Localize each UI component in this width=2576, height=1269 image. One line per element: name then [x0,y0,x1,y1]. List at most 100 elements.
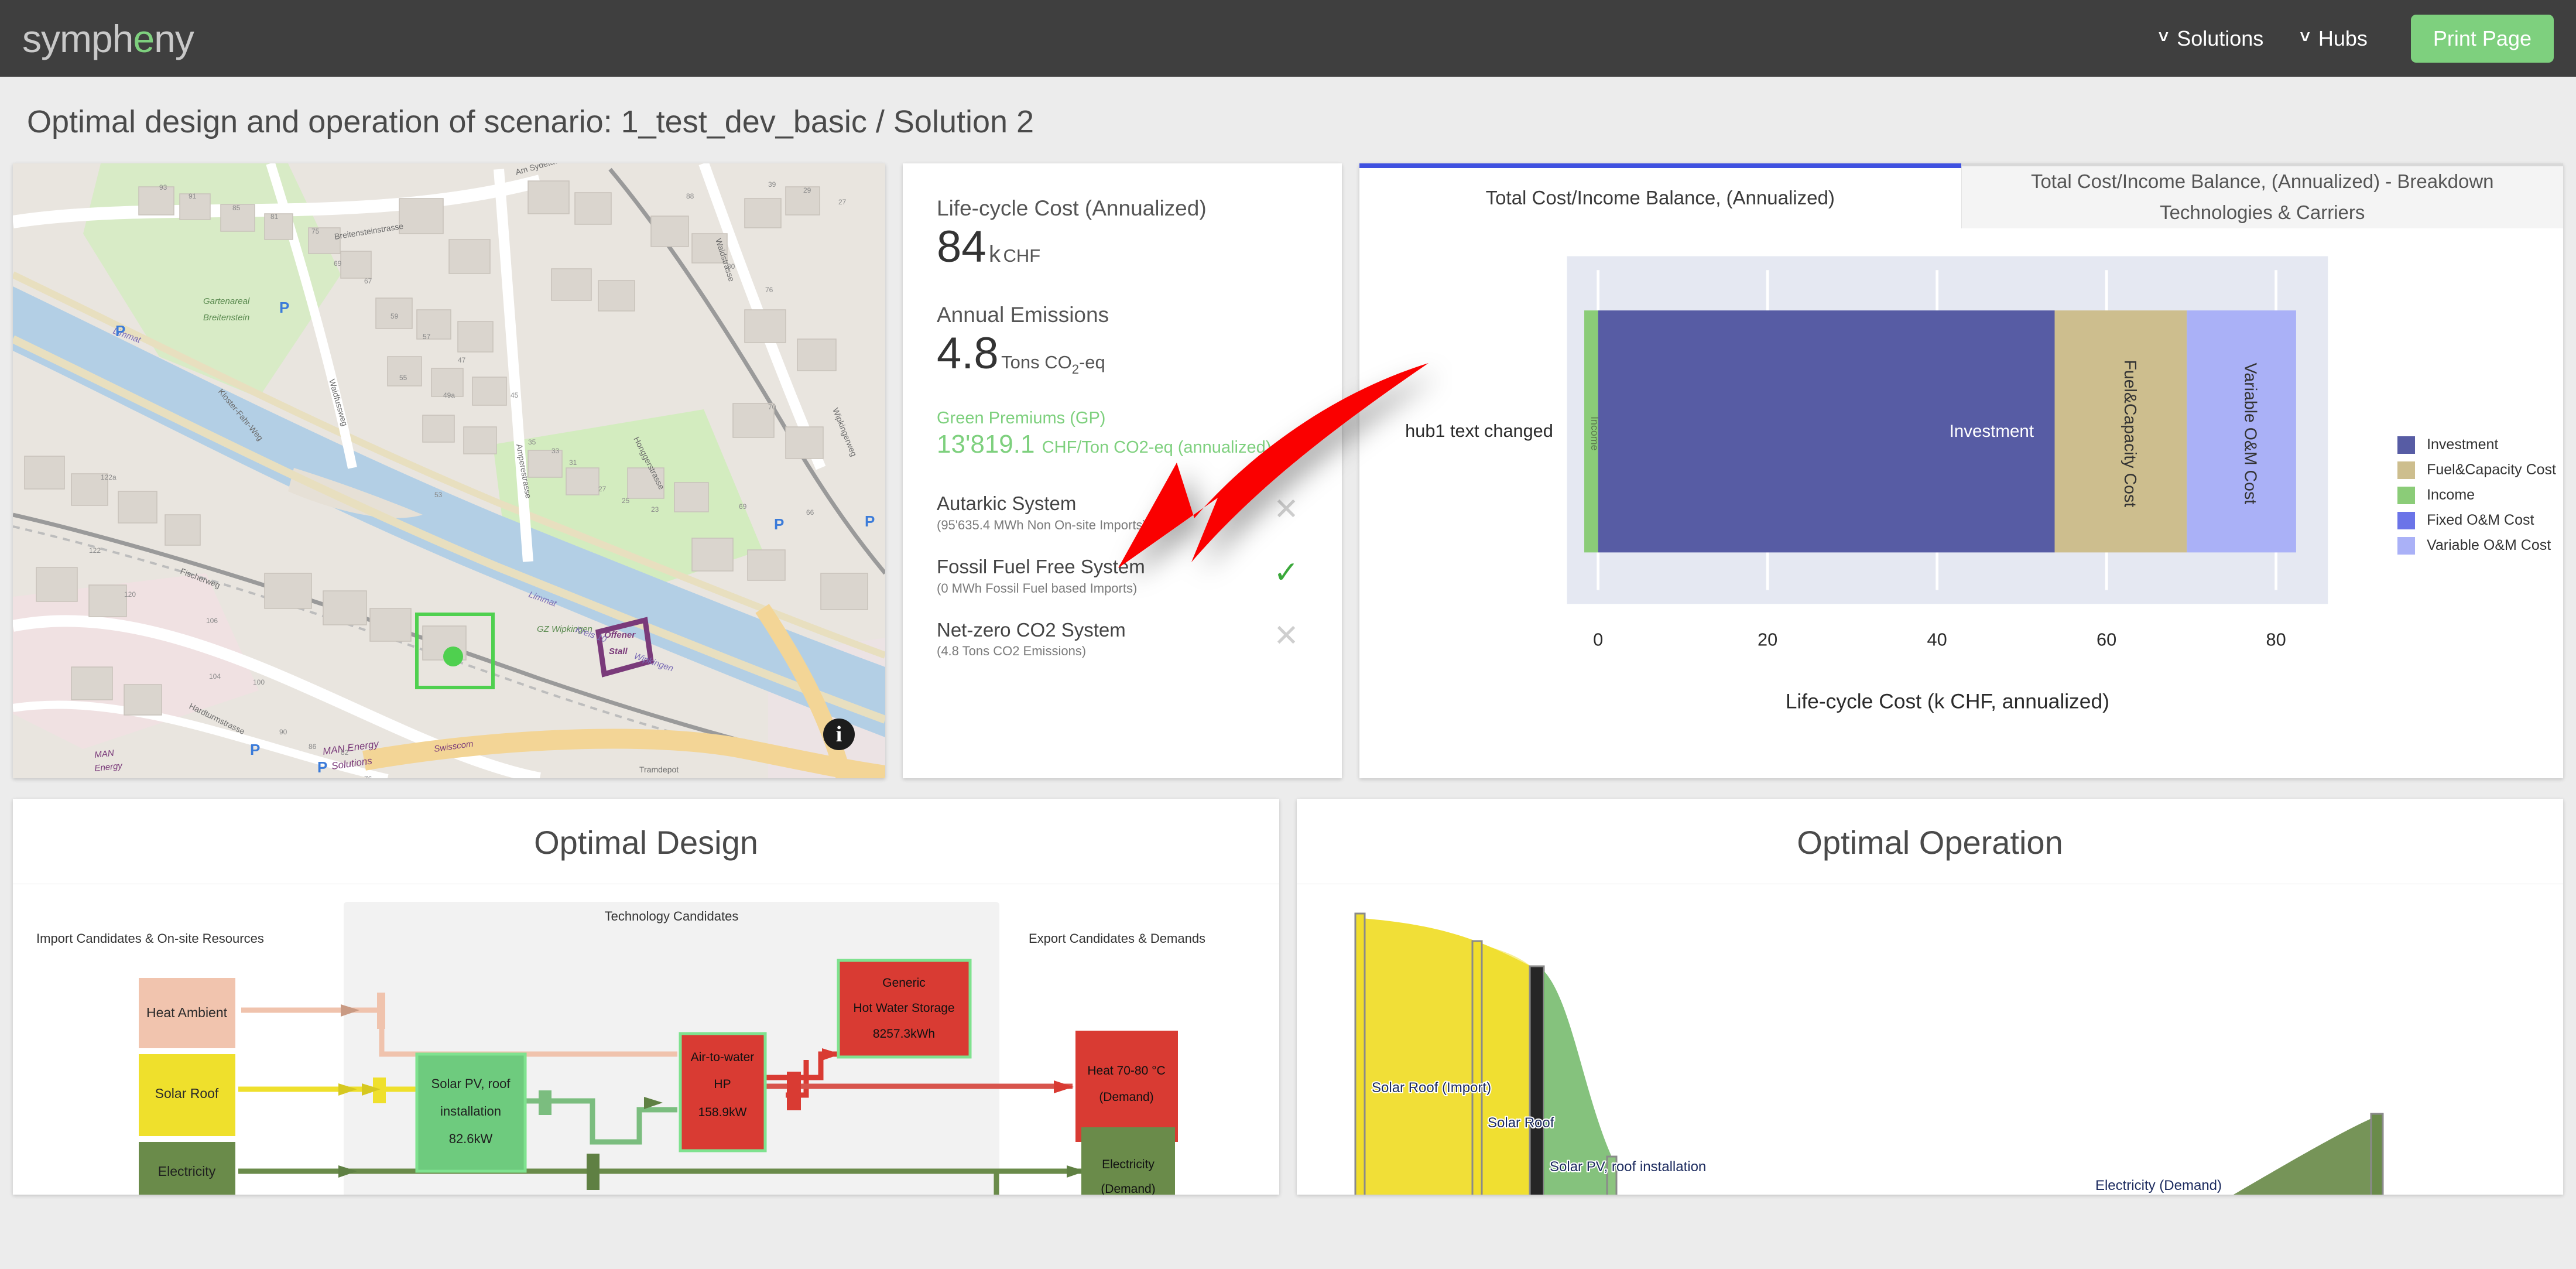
legend-label: Fuel&Capacity Cost [2427,461,2556,478]
system-check-detail: (95'635.4 MWh Non On-site Imports) [937,518,1265,533]
bar-label-variable-om: Variable O&M Cost [2241,362,2259,504]
parking-icon: P [865,512,875,530]
cost-balance-chart-card: Total Cost/Income Balance, (Annualized) … [1359,163,2563,778]
kpi-lifecycle-unit-chf: CHF [1003,245,1040,266]
node-label-heat-demand-2: (Demand) [1099,1090,1153,1104]
optimal-operation-sankey[interactable]: Solar Roof (Import) Solar Roof Solar PV,… [1297,884,2563,1195]
chevron-down-icon: ˅ [2300,29,2310,46]
bar-label-investment: Investment [1950,422,2034,441]
print-page-button[interactable]: Print Page [2411,15,2554,63]
map-house-number: 35 [528,438,536,446]
site-map[interactable]: Breitensteinstrasse Kloster-Fahr-Weg Hon… [13,163,885,778]
parking-icon: P [279,299,289,316]
system-check-name: Autarkic System [937,492,1265,515]
legend-item-fixed-om[interactable]: Fixed O&M Cost [2397,512,2556,529]
map-house-number: 59 [390,312,399,320]
kpi-green-premium-label: Green Premiums (GP) [937,409,1308,428]
sankey-node-electricity-demand[interactable] [2371,1114,2383,1195]
system-check-detail: (0 MWh Fossil Fuel based Imports) [937,581,1265,596]
sankey-svg: Solar Roof (Import) Solar Roof Solar PV,… [1297,884,2563,1195]
design-node[interactable]: Heat Ambient [139,978,235,1048]
map-house-number: 82 [341,748,349,757]
map-house-number: 76 [364,775,372,778]
detail-row: Optimal Design Technology Candidates Imp… [0,778,2576,1195]
kpi-lifecycle-value-row: 84 k CHF [937,221,1308,273]
node-label-solar-roof: Solar Roof [155,1086,219,1101]
map-house-number: 85 [232,204,241,212]
map-house-number: 76 [765,286,773,294]
map-house-number: 39 [768,180,776,189]
chart-category-label: hub1 text changed [1405,420,1553,441]
bar-label-income: Income [1589,416,1601,450]
legend-item-variable-om[interactable]: Variable O&M Cost [2397,537,2556,555]
app-logo[interactable]: sympheny [22,16,194,61]
zone-label-technology: Technology Candidates [605,909,739,923]
x-tick-label: 80 [2266,629,2286,649]
map-house-number: 91 [189,192,197,200]
node-label-storage-1: Generic [882,976,926,990]
x-tick-label: 40 [1927,629,1947,649]
cross-icon: ✕ [1265,492,1308,525]
check-icon: ✓ [1265,555,1308,588]
legend-item-fuel-capacity[interactable]: Fuel&Capacity Cost [2397,461,2556,479]
tab-total-cost-breakdown[interactable]: Total Cost/Income Balance, (Annualized) … [1961,163,2564,228]
node-label-elec-demand-2: (Demand) [1101,1182,1155,1195]
node-label-solar-pv-2: installation [440,1104,501,1119]
design-node[interactable]: Heat 70-80 °C (Demand) [1075,1031,1178,1142]
kpi-emissions-unit-sub: 2 [1072,362,1079,377]
design-node[interactable]: Electricity [139,1142,235,1195]
sankey-node-solar-import[interactable] [1355,914,1365,1195]
map-area-label: Breitenstein [203,313,249,323]
legend-swatch [2397,512,2415,529]
nav-right-group: ˅ Solutions ˅ Hubs Print Page [2159,15,2554,63]
map-area-label: Gartenareal [203,296,250,306]
top-navigation-bar: sympheny ˅ Solutions ˅ Hubs Print Page [0,0,2576,77]
system-check-name: Fossil Fuel Free System [937,555,1265,579]
system-check-name: Net-zero CO2 System [937,618,1265,642]
map-house-number: 29 [803,186,811,194]
zone-label-imports: Import Candidates & On-site Resources [36,931,264,946]
nav-item-hubs[interactable]: ˅ Hubs [2300,26,2368,51]
sankey-label-pv-installation: Solar PV, roof installation [1550,1159,1706,1175]
sankey-node-pv-installation[interactable] [1530,966,1544,1195]
legend-swatch [2397,537,2415,555]
node-label-hp-3: 158.9kW [698,1106,747,1119]
sankey-node-solar-roof[interactable] [1472,941,1482,1195]
nav-label-solutions: Solutions [2177,26,2263,51]
map-house-number: 100 [253,678,265,686]
map-house-number: 81 [270,213,279,221]
nav-item-solutions[interactable]: ˅ Solutions [2159,26,2264,51]
map-area-label: MAN [94,748,115,760]
design-node[interactable]: Electricity (Demand) [1081,1127,1175,1195]
sankey-link-solar-roof[interactable] [1479,944,1531,1195]
logo-text-tail: ny [154,17,194,60]
legend-item-income[interactable]: Income [2397,487,2556,504]
kpi-green-premium-value: 13'819.1 [937,430,1034,459]
sankey-link-electricity-demand[interactable] [2234,1117,2374,1195]
parking-icon: P [115,322,125,340]
map-house-number: 122 [89,546,101,555]
design-node[interactable]: Solar Roof [139,1054,235,1136]
page-title: Optimal design and operation of scenario… [0,77,2576,163]
design-node[interactable]: Solar PV, roof installation 82.6kW [417,1054,525,1171]
stacked-bar-chart[interactable]: Investment Fuel&Capacity Cost Variable O… [1359,228,2563,819]
map-house-number: 90 [279,728,287,736]
tab-total-cost-balance[interactable]: Total Cost/Income Balance, (Annualized) [1359,163,1961,228]
legend-swatch [2397,487,2415,504]
map-house-number: 31 [569,459,577,467]
map-info-icon[interactable]: i [823,719,855,750]
map-house-number: 122a [101,473,117,481]
design-node[interactable]: Air-to-water HP 158.9kW [680,1034,765,1151]
map-house-number: 27 [838,198,847,206]
logo-text-main: symph [22,17,133,60]
map-house-number: 33 [551,447,560,455]
map-area-label: Offener [604,630,636,640]
system-check-detail: (4.8 Tons CO2 Emissions) [937,644,1265,659]
design-node[interactable]: Generic Hot Water Storage 8257.3kWh [838,960,970,1057]
legend-label: Investment [2427,436,2498,453]
kpi-lifecycle-unit-k: k [989,241,1001,267]
node-label-storage-2: Hot Water Storage [853,1001,954,1015]
optimal-design-diagram[interactable]: Technology Candidates Import Candidates … [13,884,1279,1195]
optimal-operation-panel: Optimal Operation Solar Roof (Import) [1297,799,2563,1195]
legend-item-investment[interactable]: Investment [2397,436,2556,454]
